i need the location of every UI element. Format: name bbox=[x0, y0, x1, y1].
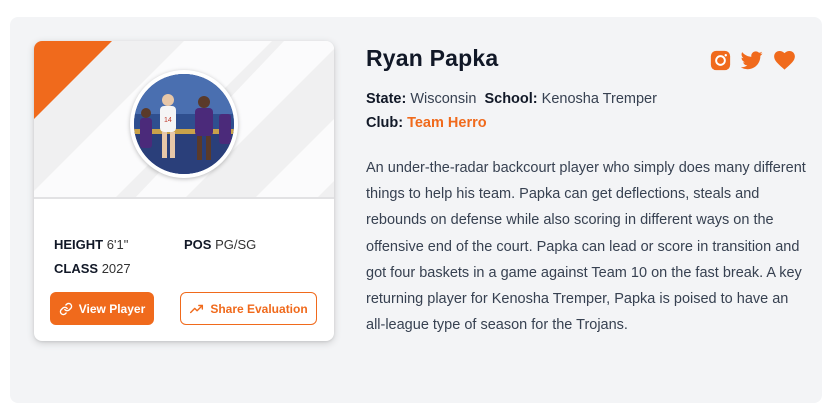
share-evaluation-label: Share Evaluation bbox=[210, 301, 308, 316]
player-photo: 14 bbox=[130, 70, 238, 178]
height-label: HEIGHT bbox=[54, 237, 104, 252]
twitter-icon bbox=[741, 50, 763, 69]
favorite-button[interactable] bbox=[774, 49, 795, 71]
height-stat: HEIGHT 6'1" bbox=[54, 233, 128, 257]
class-value: 2027 bbox=[101, 261, 131, 276]
position-label: POS bbox=[184, 237, 212, 252]
position-value: PG/SG bbox=[215, 237, 257, 252]
school-label: School: bbox=[484, 91, 538, 107]
instagram-icon bbox=[710, 50, 731, 70]
height-value: 6'1" bbox=[106, 237, 129, 252]
class-label: CLASS bbox=[54, 261, 99, 276]
state-value: Wisconsin bbox=[410, 91, 477, 107]
share-evaluation-button[interactable]: Share Evaluation bbox=[180, 292, 317, 325]
club-link[interactable]: Team Herro bbox=[407, 115, 487, 131]
trending-up-icon bbox=[190, 304, 204, 313]
svg-text:14: 14 bbox=[164, 117, 172, 124]
school-value: Kenosha Tremper bbox=[541, 91, 657, 107]
position-stat: POS PG/SG bbox=[184, 233, 256, 257]
club-label: Club: bbox=[366, 115, 404, 131]
player-name: Ryan Papka bbox=[366, 45, 499, 71]
instagram-link[interactable] bbox=[710, 49, 731, 71]
heart-icon bbox=[774, 50, 795, 70]
player-card: 14 HEIGHT 6'1" POS PG/SG CLASS 2027 View… bbox=[34, 41, 334, 341]
class-stat: CLASS 2027 bbox=[54, 257, 131, 281]
view-player-button[interactable]: View Player bbox=[50, 292, 154, 325]
state-label: State: bbox=[366, 91, 407, 107]
view-player-label: View Player bbox=[78, 301, 146, 316]
twitter-link[interactable] bbox=[741, 49, 763, 71]
player-evaluation-panel: 14 HEIGHT 6'1" POS PG/SG CLASS 2027 View… bbox=[10, 17, 822, 403]
player-evaluation-text: An under-the-radar backcourt player who … bbox=[366, 160, 806, 334]
link-icon bbox=[59, 302, 72, 315]
state-school-line: State: Wisconsin School: Kenosha Tremper bbox=[366, 91, 657, 107]
player-card-header: 14 bbox=[34, 41, 334, 199]
club-line: Club: Team Herro bbox=[366, 115, 487, 131]
